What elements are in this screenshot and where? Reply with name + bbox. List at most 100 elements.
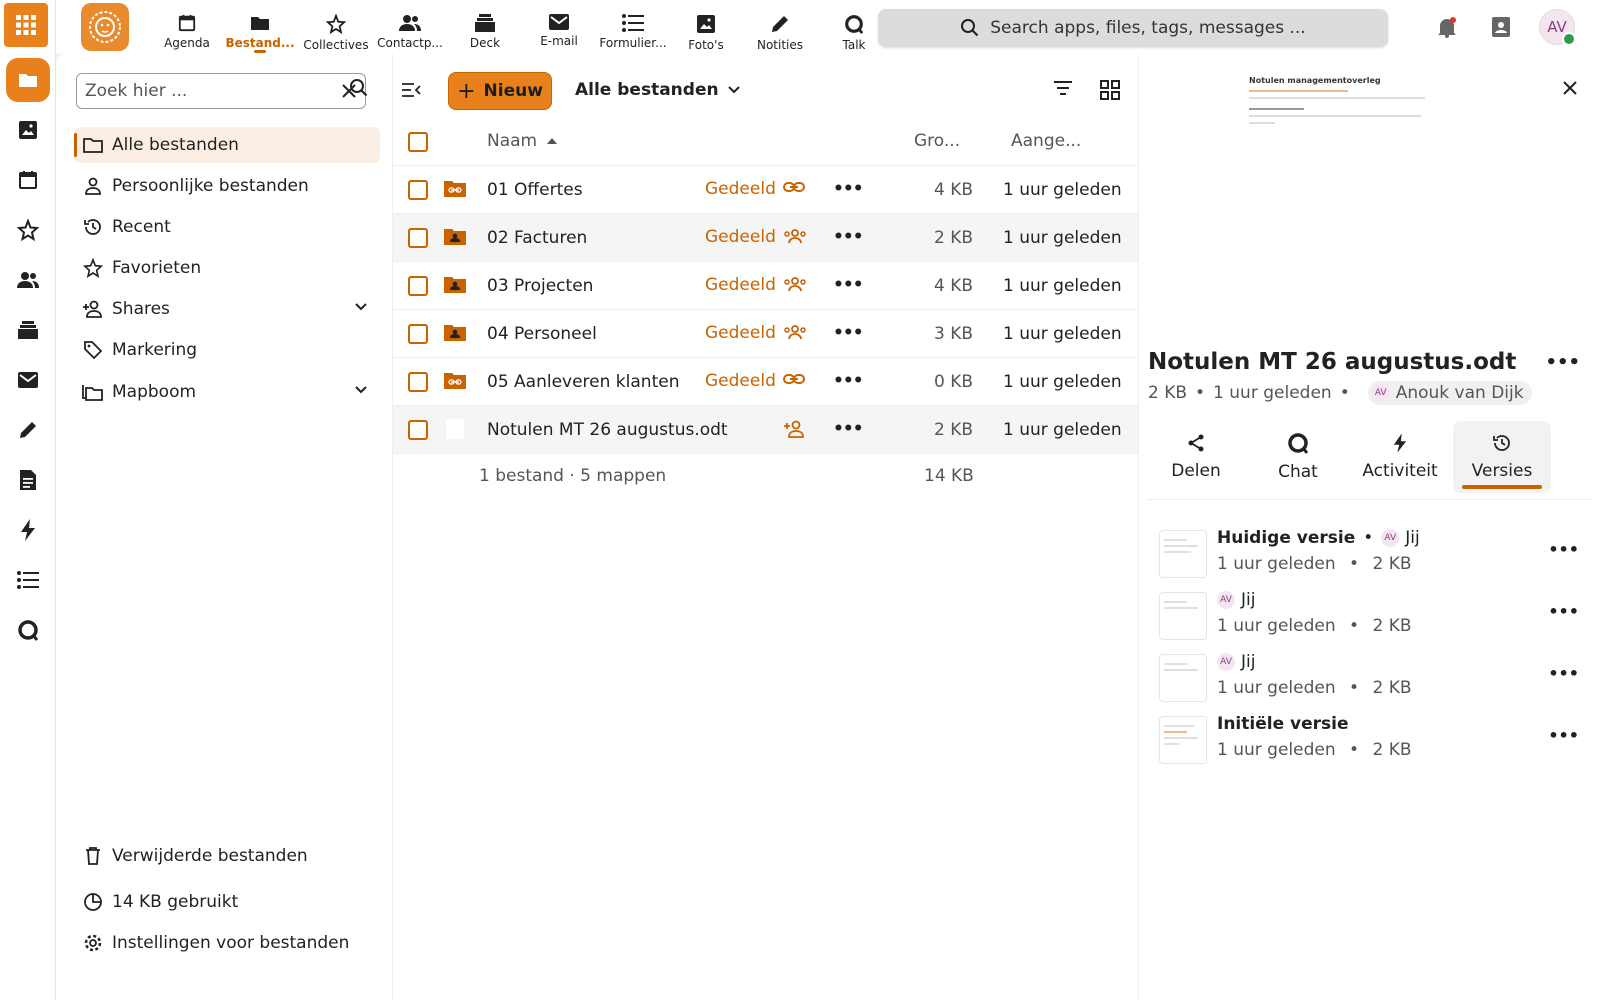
nav-settings[interactable]: Instellingen voor bestanden [82,933,349,953]
group-icon[interactable] [783,228,807,244]
breadcrumb[interactable]: Alle bestanden [575,80,741,100]
column-name[interactable]: Naam [487,131,558,151]
more-actions-icon[interactable]: ••• [833,179,864,199]
app-tab-agenda[interactable]: Agenda [149,0,225,54]
rail-text[interactable] [6,458,50,502]
row-checkbox[interactable] [408,420,428,440]
notifications-button[interactable] [1432,12,1462,42]
more-actions-icon[interactable]: ••• [833,371,864,391]
rail-collectives[interactable] [6,208,50,252]
file-row[interactable]: 03 Projecten Gedeeld ••• 4 KB 1 uur gele… [393,262,1139,310]
file-preview[interactable]: Notulen managementoverleg [1249,76,1469,166]
group-icon[interactable] [783,324,807,340]
column-modified[interactable]: Aange... [1011,131,1081,151]
version-more-actions-icon[interactable]: ••• [1548,664,1579,683]
version-more-actions-icon[interactable]: ••• [1548,726,1579,745]
toggle-navigation-button[interactable] [401,82,421,98]
version-item[interactable]: AV Jij 1 uur geleden • 2 KB ••• [1159,648,1579,704]
link-icon[interactable] [783,372,805,386]
chevron-down-icon[interactable] [354,383,368,397]
version-item[interactable]: AV Jij 1 uur geleden • 2 KB ••• [1159,586,1579,642]
file-row[interactable]: 04 Personeel Gedeeld ••• 3 KB 1 uur gele… [393,310,1139,358]
row-checkbox[interactable] [408,324,428,344]
version-more-actions-icon[interactable]: ••• [1548,602,1579,621]
app-tab-contacts[interactable]: Contactp... [372,0,448,54]
add-share-icon[interactable] [783,420,805,438]
rail-activity[interactable] [6,508,50,552]
file-name[interactable]: 02 Facturen [487,228,587,248]
file-row[interactable]: 05 Aanleveren klanten Gedeeld ••• 0 KB 1… [393,358,1139,406]
logo[interactable] [81,3,129,51]
owner-chip[interactable]: AV Anouk van Dijk [1367,381,1532,405]
more-actions-icon[interactable]: ••• [833,275,864,295]
link-icon[interactable] [783,180,805,194]
file-name[interactable]: Notulen MT 26 augustus.odt [487,420,728,440]
grid-view-button[interactable] [1099,79,1121,101]
row-checkbox[interactable] [408,228,428,248]
rail-contacts[interactable] [6,258,50,302]
row-checkbox[interactable] [408,372,428,392]
shared-label[interactable]: Gedeeld [705,227,776,247]
nav-item-favorites[interactable]: Favorieten [74,250,380,286]
sidebar-more-actions-icon[interactable]: ••• [1545,352,1580,373]
file-row[interactable]: Notulen MT 26 augustus.odt ••• 2 KB 1 uu… [393,406,1139,454]
app-menu-button[interactable] [4,3,48,47]
rail-forms[interactable] [6,558,50,602]
new-button[interactable]: + Nieuw [448,72,552,110]
rail-files[interactable] [6,58,50,102]
rail-mail[interactable] [6,358,50,402]
close-sidebar-button[interactable] [1562,80,1578,96]
user-avatar[interactable]: AV [1539,9,1576,46]
rail-notes[interactable] [6,408,50,452]
app-tab-photos[interactable]: Foto's [668,0,744,54]
tab-activity[interactable]: Activiteit [1351,421,1449,493]
app-tab-deck[interactable]: Deck [447,0,523,54]
column-size[interactable]: Gro... [914,131,960,151]
tab-versions[interactable]: Versies [1453,421,1551,493]
file-name[interactable]: 03 Projecten [487,276,593,296]
app-tab-files[interactable]: Bestand... [222,0,298,54]
navigation-search-button[interactable] [349,78,369,98]
file-row[interactable]: 01 Offertes Gedeeld ••• 4 KB 1 uur geled… [393,166,1139,214]
shared-label[interactable]: Gedeeld [705,179,776,199]
nav-item-personal-files[interactable]: Persoonlijke bestanden [74,168,380,204]
app-tab-notes[interactable]: Notities [742,0,818,54]
more-actions-icon[interactable]: ••• [833,419,864,439]
file-name[interactable]: 01 Offertes [487,180,583,200]
nav-item-recent[interactable]: Recent [74,209,380,245]
more-actions-icon[interactable]: ••• [833,323,864,343]
navigation-filter-input[interactable]: Zoek hier ... [76,73,366,109]
tab-sharing[interactable]: Delen [1147,421,1245,493]
app-tab-forms[interactable]: Formulier... [595,0,671,54]
shared-label[interactable]: Gedeeld [705,323,776,343]
more-actions-icon[interactable]: ••• [833,227,864,247]
shared-label[interactable]: Gedeeld [705,275,776,295]
nav-item-folder-tree[interactable]: Mapboom [74,374,380,410]
rail-deck[interactable] [6,308,50,352]
nav-item-tags[interactable]: Markering [74,332,380,368]
filter-button[interactable] [1053,80,1073,96]
shared-label[interactable]: Gedeeld [705,371,776,391]
row-checkbox[interactable] [408,276,428,296]
rail-talk[interactable] [6,608,50,652]
file-row[interactable]: 02 Facturen Gedeeld ••• 2 KB 1 uur geled… [393,214,1139,262]
nav-item-shares[interactable]: Shares [74,291,380,327]
nav-trash[interactable]: Verwijderde bestanden [82,846,308,866]
file-name[interactable]: 05 Aanleveren klanten [487,372,679,392]
version-item[interactable]: Huidige versie • AV Jij 1 uur geleden • … [1159,524,1579,580]
nav-item-all-files[interactable]: Alle bestanden [74,127,380,163]
app-tab-collectives[interactable]: Collectives [298,0,374,54]
rail-calendar[interactable] [6,158,50,202]
rail-photos[interactable] [6,108,50,152]
select-all-checkbox[interactable] [408,132,428,152]
tab-chat[interactable]: Chat [1249,421,1347,493]
group-icon[interactable] [783,276,807,292]
chevron-down-icon[interactable] [354,300,368,314]
unified-search-input[interactable]: Search apps, files, tags, messages ... [878,9,1388,47]
file-name[interactable]: 04 Personeel [487,324,597,344]
contacts-menu-button[interactable] [1486,12,1516,42]
app-tab-mail[interactable]: E-mail [521,0,597,54]
row-checkbox[interactable] [408,180,428,200]
version-more-actions-icon[interactable]: ••• [1548,540,1579,559]
version-item[interactable]: Initiële versie 1 uur geleden • 2 KB ••• [1159,710,1579,766]
